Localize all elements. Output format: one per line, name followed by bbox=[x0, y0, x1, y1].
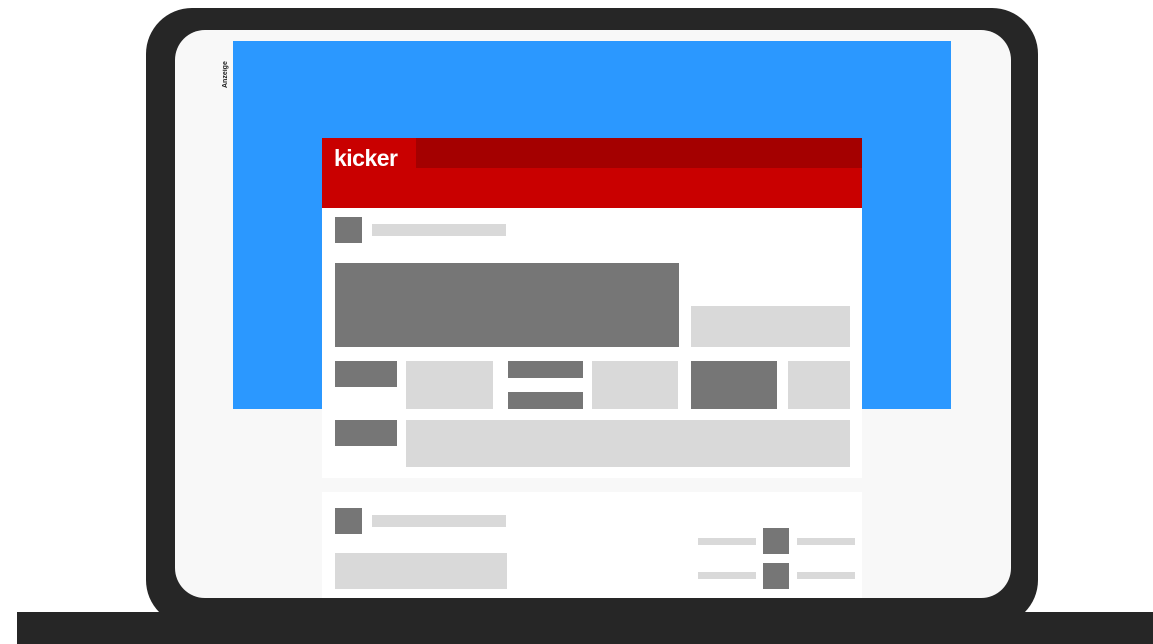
section2-content-placeholder[interactable] bbox=[335, 553, 507, 589]
teaser-text-2[interactable] bbox=[592, 361, 678, 409]
match-score-1[interactable] bbox=[763, 528, 789, 554]
match-team-home-2 bbox=[698, 572, 756, 579]
match-team-home-1 bbox=[698, 538, 756, 545]
section-icon-placeholder bbox=[335, 217, 362, 243]
section-title-placeholder bbox=[372, 224, 506, 236]
kicker-logo[interactable]: kicker bbox=[334, 145, 398, 173]
teaser-thumb-2b[interactable] bbox=[508, 392, 583, 409]
section2-title-placeholder bbox=[372, 515, 506, 527]
teaser-text-1[interactable] bbox=[406, 361, 493, 409]
teaser-thumb-4[interactable] bbox=[335, 420, 397, 446]
match-team-away-1 bbox=[797, 538, 855, 545]
section2-icon-placeholder bbox=[335, 508, 362, 534]
teaser-thumb-1[interactable] bbox=[335, 361, 397, 387]
teaser-thumb-2a[interactable] bbox=[508, 361, 583, 378]
hero-teaser-placeholder[interactable] bbox=[691, 306, 850, 347]
ad-label: Anzeige bbox=[222, 61, 229, 89]
laptop-base bbox=[17, 612, 1153, 644]
teaser-text-3[interactable] bbox=[788, 361, 850, 409]
header-nav-bar[interactable] bbox=[416, 138, 862, 168]
match-score-2[interactable] bbox=[763, 563, 789, 589]
match-team-away-2 bbox=[797, 572, 855, 579]
teaser-image-3[interactable] bbox=[691, 361, 777, 409]
teaser-wide-text[interactable] bbox=[406, 420, 850, 467]
hero-image-placeholder[interactable] bbox=[335, 263, 679, 347]
